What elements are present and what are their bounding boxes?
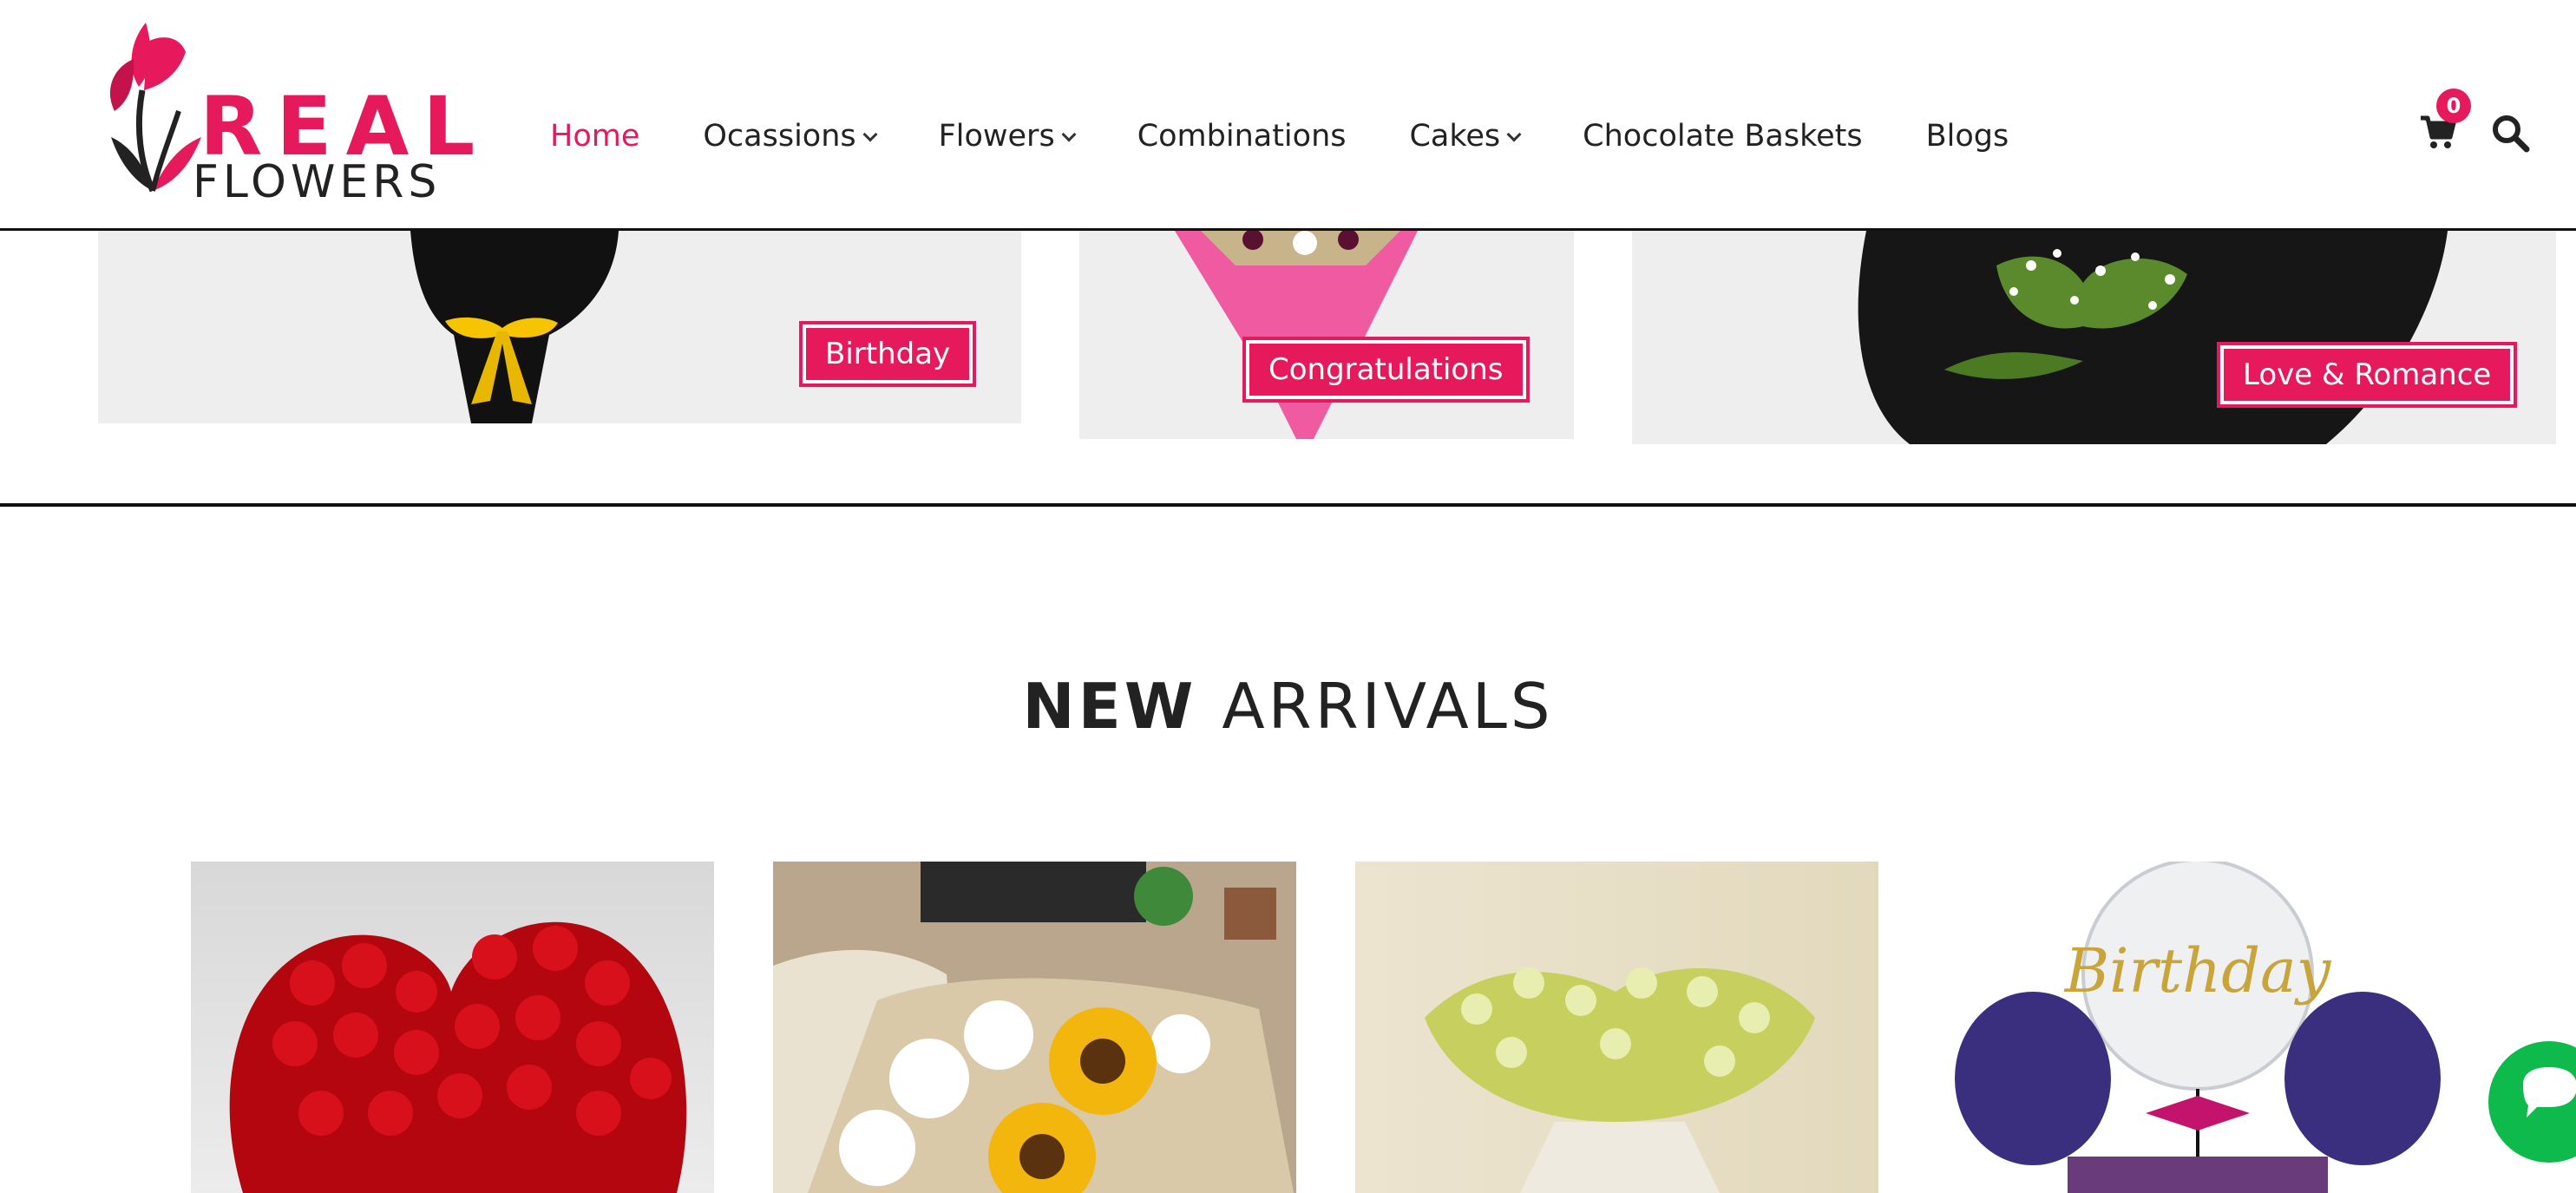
tag-congratulations: Congratulations [1242,337,1530,403]
product-image [773,862,1294,1193]
product-card-birthday-balloons[interactable]: Birthday [1937,862,2461,1193]
bouquet-image [1858,231,2448,444]
nav-home[interactable]: Home [550,119,639,154]
nav-flowers-label: Flowers [938,119,1055,154]
occasion-banners: Birthday Congratulations Love & Romance [0,231,2576,507]
tag-love-romance: Love & Romance [2217,342,2518,408]
chevron-down-icon [1506,127,1522,142]
nav-ocassions-label: Ocassions [703,119,856,154]
product-image [1425,967,1815,1193]
nav-blogs-label: Blogs [1925,119,2009,154]
nav-cakes[interactable]: Cakes [1409,119,1522,154]
nav-cakes-label: Cakes [1409,119,1501,154]
banner-love-romance[interactable]: Love & Romance [1632,231,2556,444]
logo-text-flowers: FLOWERS [193,156,442,208]
cart-count-badge: 0 [2436,88,2471,123]
chevron-down-icon [862,127,878,142]
banner-birthday[interactable]: Birthday [98,231,1021,423]
bouquet-image [1175,231,1418,439]
search-icon [2493,115,2530,153]
nav-home-label: Home [550,119,640,154]
brand-logo[interactable]: REAL FLOWERS [95,7,475,206]
nav-combinations-label: Combinations [1137,119,1347,154]
chat-icon [2523,1067,2576,1118]
search-button[interactable] [2490,113,2530,153]
product-card-roses-heart[interactable] [191,862,714,1193]
section-title-new-arrivals: NEW ARRIVALS [0,670,2576,743]
product-image [229,921,687,1193]
balloon-birthday-text: Birthday [2063,935,2332,1006]
nav-chocolate-baskets[interactable]: Chocolate Baskets [1583,119,1862,154]
title-bold: NEW [1022,670,1197,743]
chevron-down-icon [1061,127,1077,142]
title-light: ARRIVALS [1222,670,1554,743]
nav-combinations[interactable]: Combinations [1137,119,1347,154]
chat-widget-button[interactable] [2488,1041,2576,1163]
nav-blogs[interactable]: Blogs [1926,119,2009,154]
product-card-sunflower-bouquet[interactable] [773,862,1296,1193]
nav-ocassions[interactable]: Ocassions [703,119,878,154]
site-header: REAL FLOWERS Home Ocassions Flowers Comb… [0,0,2576,231]
nav-flowers[interactable]: Flowers [938,119,1077,154]
nav-chocolate-baskets-label: Chocolate Baskets [1583,119,1863,154]
tag-birthday: Birthday [799,321,977,387]
main-nav: Home Ocassions Flowers Combinations Cake… [550,115,2072,158]
product-image: Birthday [1955,862,2441,1193]
product-card-tuberose-bouquet[interactable] [1355,862,1878,1193]
banner-congratulations[interactable]: Congratulations [1079,231,1574,439]
